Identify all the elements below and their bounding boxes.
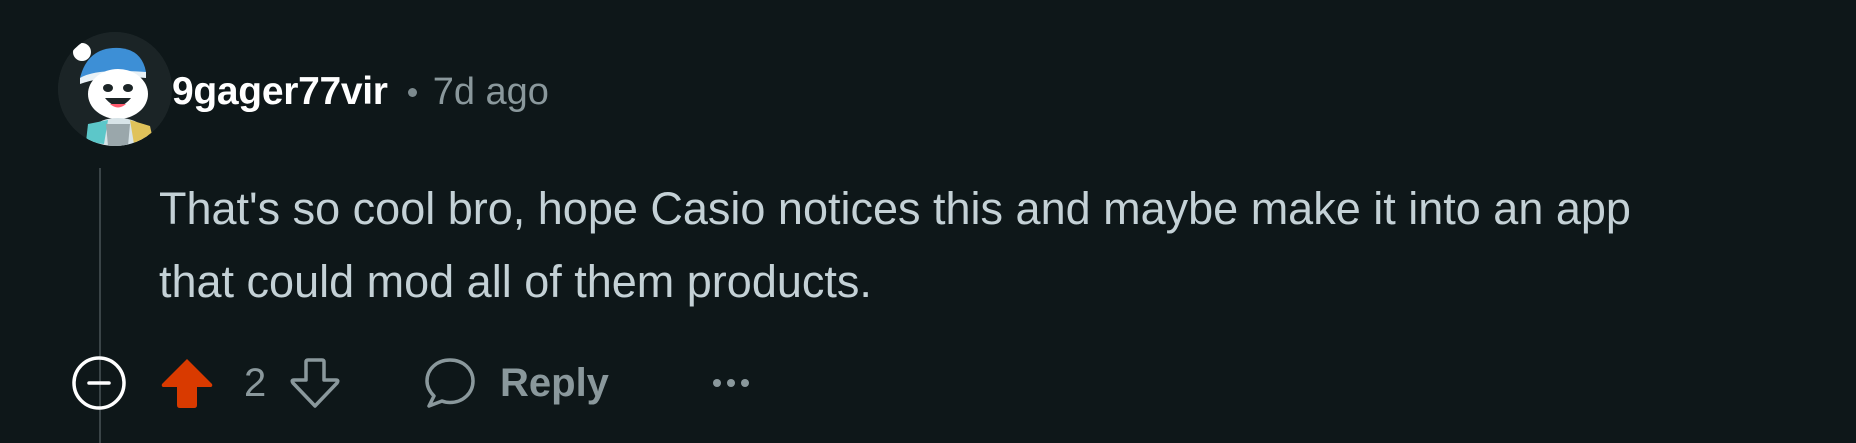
username-link[interactable]: 9gager77vir xyxy=(172,70,388,114)
reply-button[interactable]: Reply xyxy=(422,355,609,411)
speech-bubble-icon xyxy=(425,358,475,408)
collapse-thread-button[interactable] xyxy=(70,354,128,412)
ellipsis-icon xyxy=(712,379,749,387)
avatar[interactable] xyxy=(58,32,172,146)
reply-label: Reply xyxy=(500,360,609,405)
vote-group: 2 xyxy=(161,354,344,412)
vote-score: 2 xyxy=(244,360,267,405)
snoo-avatar-icon xyxy=(58,32,172,146)
comment-meta: 9gager77vir 7d ago xyxy=(172,64,549,120)
arrow-up-icon xyxy=(161,359,213,408)
comment-body-line: That's so cool bro, hope Casio notices t… xyxy=(159,183,1631,234)
upvote-button[interactable] xyxy=(158,354,216,412)
timestamp[interactable]: 7d ago xyxy=(433,71,549,114)
comment-actions: 2 Reply xyxy=(70,352,753,414)
more-options-button[interactable] xyxy=(709,361,753,405)
comment-body: That's so cool bro, hope Casio notices t… xyxy=(159,172,1839,318)
arrow-down-icon xyxy=(290,358,340,408)
separator-dot xyxy=(407,87,417,97)
comment-body-line: that could mod all of them products. xyxy=(159,256,872,307)
minus-circle-icon xyxy=(72,356,126,410)
comment: 9gager77vir 7d ago That's so cool bro, h… xyxy=(0,0,1856,443)
downvote-button[interactable] xyxy=(286,354,344,412)
